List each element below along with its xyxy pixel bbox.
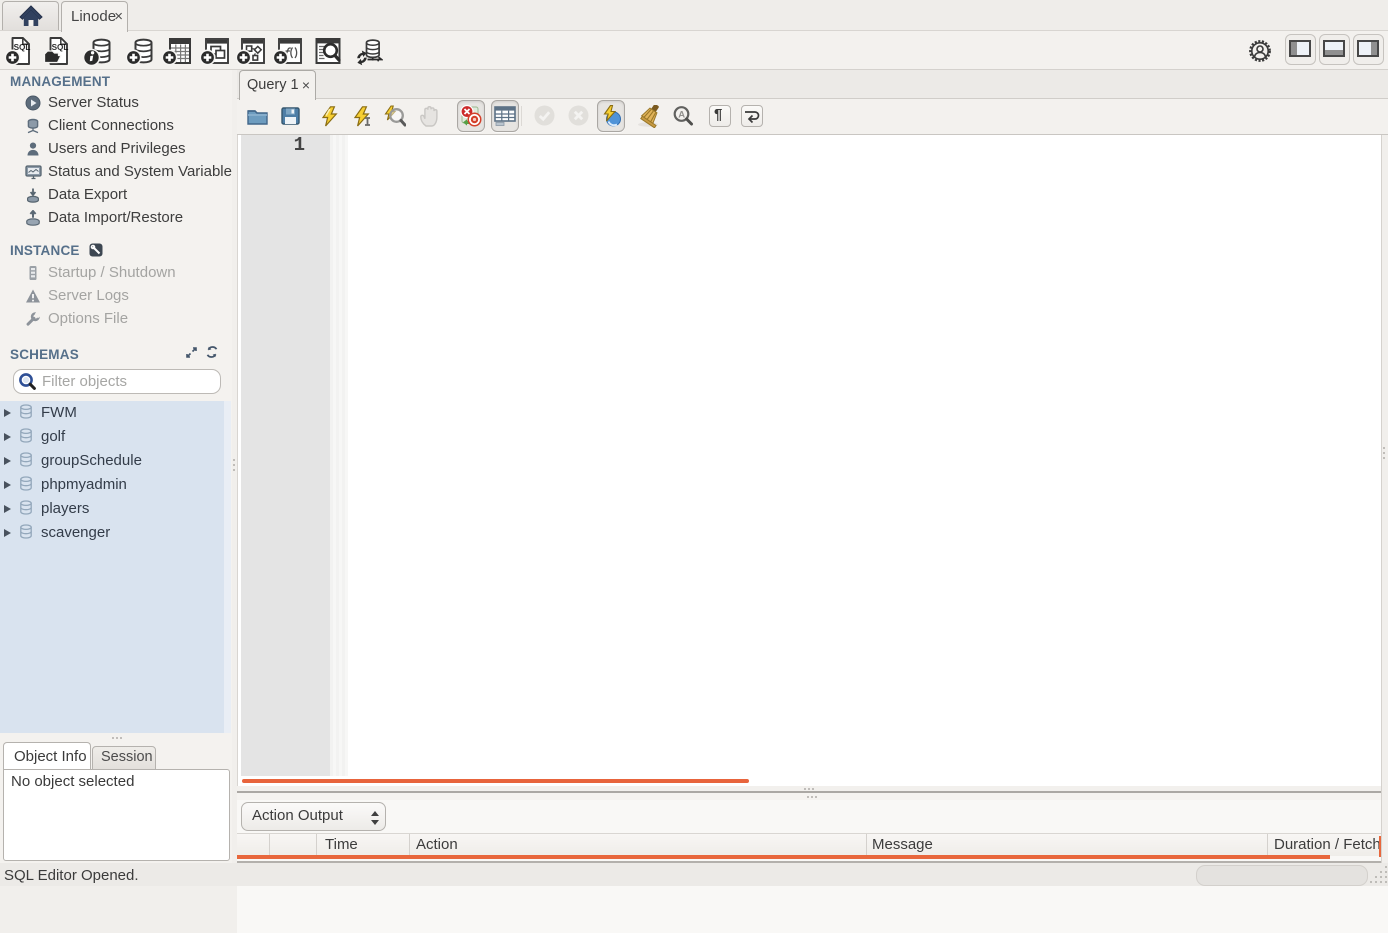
svg-text:SQL: SQL (52, 43, 69, 52)
svg-text:A: A (678, 110, 685, 121)
